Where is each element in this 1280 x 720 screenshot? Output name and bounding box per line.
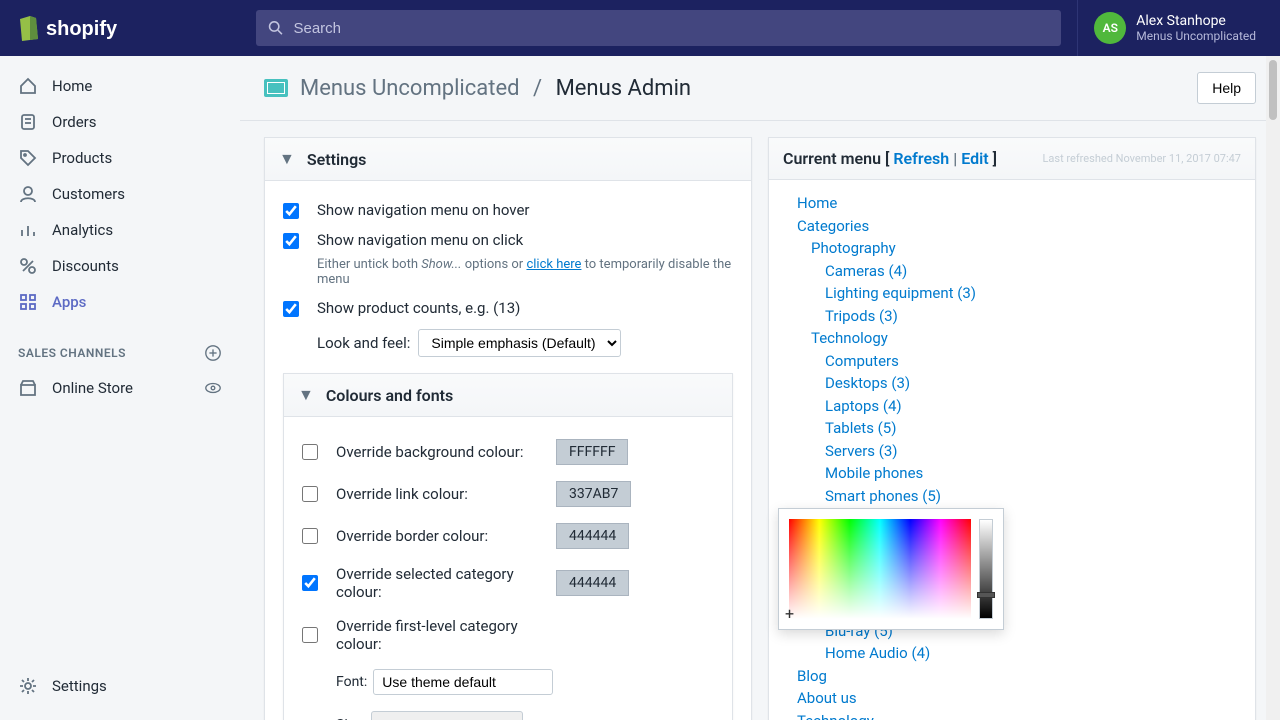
settings-panel: ▼ Settings Show navigation menu on hover… xyxy=(264,137,752,720)
gear-icon xyxy=(18,676,38,696)
tree-link[interactable]: Categories xyxy=(787,215,1237,238)
size-select[interactable]: Use theme default xyxy=(371,711,523,720)
add-channel-icon[interactable] xyxy=(204,344,222,362)
first-override-checkbox[interactable] xyxy=(302,627,318,643)
chevron-down-icon: ▼ xyxy=(279,149,295,169)
tree-link[interactable]: Lighting equipment (3) xyxy=(787,282,1237,305)
tree-link[interactable]: Smart phones (5) xyxy=(787,485,1237,508)
view-store-icon[interactable] xyxy=(204,379,222,397)
tree-link[interactable]: Tablets (5) xyxy=(787,417,1237,440)
tree-link[interactable]: Blog xyxy=(787,665,1237,688)
svg-text:shopify: shopify xyxy=(46,18,118,40)
hover-checkbox[interactable] xyxy=(283,203,299,219)
tree-link[interactable]: Photography xyxy=(787,237,1237,260)
app-icon xyxy=(264,79,288,97)
breadcrumb: Menus Uncomplicated / Menus Admin xyxy=(300,76,691,101)
colours-panel: ▼ Colours and fonts Override background … xyxy=(283,373,733,720)
font-input[interactable] xyxy=(373,669,553,695)
last-refreshed: Last refreshed November 11, 2017 07:47 xyxy=(1042,152,1241,165)
nav-customers[interactable]: Customers xyxy=(0,176,240,212)
breadcrumb-current: Menus Admin xyxy=(556,76,692,101)
settings-panel-header[interactable]: ▼ Settings xyxy=(265,138,751,181)
current-menu-header: Current menu [ Refresh | Edit ] Last ref… xyxy=(769,138,1255,180)
search-field[interactable] xyxy=(293,20,1049,37)
sales-channels-header: SALES CHANNELS xyxy=(0,320,240,370)
tree-link[interactable]: Desktops (3) xyxy=(787,372,1237,395)
tree-link[interactable]: Mobile phones xyxy=(787,462,1237,485)
tree-link[interactable]: Computers xyxy=(787,350,1237,373)
nav-online-store[interactable]: Online Store xyxy=(0,370,240,406)
look-select[interactable]: Simple emphasis (Default) xyxy=(418,329,621,357)
discounts-icon xyxy=(18,256,38,276)
current-menu-panel: Current menu [ Refresh | Edit ] Last ref… xyxy=(768,137,1256,720)
page-header: Menus Uncomplicated / Menus Admin Help xyxy=(240,56,1280,121)
border-color-button[interactable]: 444444 xyxy=(556,523,629,549)
nav-apps[interactable]: Apps xyxy=(0,284,240,320)
color-picker[interactable]: + xyxy=(778,508,1004,630)
counts-checkbox[interactable] xyxy=(283,301,299,317)
luminance-slider[interactable] xyxy=(979,519,993,619)
tree-link[interactable]: Home xyxy=(787,192,1237,215)
bg-color-button[interactable]: FFFFFF xyxy=(556,439,628,465)
link-override-checkbox[interactable] xyxy=(302,486,318,502)
tree-link[interactable]: Home Audio (4) xyxy=(787,642,1237,665)
home-icon xyxy=(18,76,38,96)
analytics-icon xyxy=(18,220,38,240)
disable-note: Either untick both Show... options or cl… xyxy=(317,257,733,287)
customers-icon xyxy=(18,184,38,204)
tree-link[interactable]: Technology xyxy=(787,710,1237,720)
user-name: Alex Stanhope xyxy=(1136,13,1256,30)
edit-link[interactable]: Edit xyxy=(961,149,988,168)
breadcrumb-app[interactable]: Menus Uncomplicated xyxy=(300,76,520,101)
crosshair-icon: + xyxy=(785,604,794,623)
nav-discounts[interactable]: Discounts xyxy=(0,248,240,284)
tree-link[interactable]: Servers (3) xyxy=(787,440,1237,463)
nav-orders[interactable]: Orders xyxy=(0,104,240,140)
chevron-down-icon: ▼ xyxy=(298,385,314,405)
shopify-logo-icon: shopify xyxy=(16,13,126,43)
topbar: shopify AS Alex Stanhope Menus Uncomplic… xyxy=(0,0,1280,56)
tree-link[interactable]: Technology xyxy=(787,327,1237,350)
click-checkbox[interactable] xyxy=(283,233,299,249)
search-input[interactable] xyxy=(256,10,1061,46)
user-store: Menus Uncomplicated xyxy=(1136,29,1256,43)
orders-icon xyxy=(18,112,38,132)
selected-color-button[interactable]: 444444 xyxy=(556,570,629,596)
slider-handle[interactable] xyxy=(977,592,995,598)
nav-settings[interactable]: Settings xyxy=(0,668,240,704)
link-color-button[interactable]: 337AB7 xyxy=(556,481,631,507)
nav-analytics[interactable]: Analytics xyxy=(0,212,240,248)
tree-link[interactable]: Laptops (4) xyxy=(787,395,1237,418)
avatar: AS xyxy=(1094,12,1126,44)
hue-saturation-area[interactable]: + xyxy=(789,519,971,619)
store-icon xyxy=(18,378,38,398)
scrollbar[interactable] xyxy=(1266,56,1280,720)
bg-override-checkbox[interactable] xyxy=(302,444,318,460)
products-icon xyxy=(18,148,38,168)
sidebar: Home Orders Products Customers Analytics… xyxy=(0,56,240,720)
colours-panel-header[interactable]: ▼ Colours and fonts xyxy=(284,374,732,417)
nav-home[interactable]: Home xyxy=(0,68,240,104)
border-override-checkbox[interactable] xyxy=(302,528,318,544)
tree-link[interactable]: Cameras (4) xyxy=(787,260,1237,283)
search-icon xyxy=(268,20,283,36)
apps-icon xyxy=(18,292,38,312)
main-content: Menus Uncomplicated / Menus Admin Help ▼… xyxy=(240,56,1280,720)
menu-tree: HomeCategoriesPhotographyCameras (4)Ligh… xyxy=(769,180,1255,720)
tree-link[interactable]: Tripods (3) xyxy=(787,305,1237,328)
refresh-link[interactable]: Refresh xyxy=(893,149,949,168)
selected-override-checkbox[interactable] xyxy=(302,575,318,591)
tree-link[interactable]: About us xyxy=(787,687,1237,710)
help-button[interactable]: Help xyxy=(1197,72,1256,104)
search-wrap xyxy=(240,10,1077,46)
nav-products[interactable]: Products xyxy=(0,140,240,176)
user-menu[interactable]: AS Alex Stanhope Menus Uncomplicated xyxy=(1077,0,1280,56)
disable-link[interactable]: click here xyxy=(526,257,581,272)
logo[interactable]: shopify xyxy=(0,13,240,43)
